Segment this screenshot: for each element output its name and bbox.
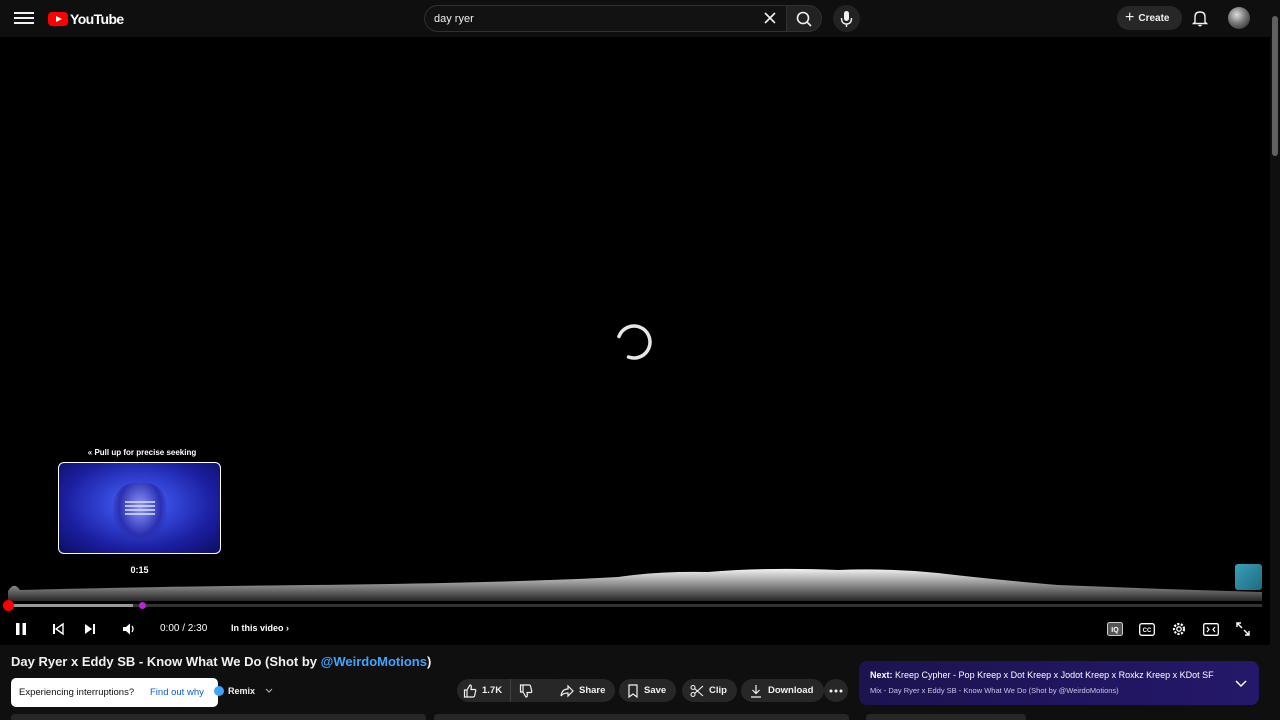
- pause-button[interactable]: [9, 617, 33, 641]
- more-actions-button[interactable]: [824, 679, 848, 702]
- menu-icon[interactable]: [14, 9, 34, 29]
- voice-search-button[interactable]: [833, 5, 860, 32]
- progress-scrubber[interactable]: [3, 600, 14, 611]
- bookmark-icon: [628, 683, 638, 698]
- masthead: YouTube + Create: [0, 0, 1280, 37]
- like-count: 1.7K: [482, 685, 503, 696]
- progress-hover-fill: [8, 604, 134, 607]
- loading-spinner-icon: [617, 324, 652, 360]
- skip-previous-icon: [53, 622, 64, 636]
- share-label: Share: [579, 685, 606, 696]
- quality-badge-icon: IQ: [1107, 622, 1123, 636]
- download-icon: [751, 684, 761, 698]
- share-button[interactable]: Share: [552, 679, 616, 702]
- theater-mode-icon: [1203, 622, 1219, 636]
- remix-label: Remix: [228, 686, 256, 696]
- save-label: Save: [644, 685, 667, 696]
- like-button[interactable]: 1.7K: [457, 679, 512, 702]
- scissors-icon: [690, 684, 704, 697]
- scrollbar-thumb[interactable]: [1272, 16, 1278, 156]
- remix-button[interactable]: Remix: [214, 680, 275, 702]
- youtube-logo[interactable]: YouTube: [48, 11, 124, 27]
- search-button[interactable]: [786, 5, 822, 32]
- search-input[interactable]: [434, 11, 754, 27]
- thumbs-down-icon: [519, 683, 533, 698]
- gear-icon: [1172, 622, 1186, 636]
- clear-search-icon[interactable]: [762, 10, 778, 26]
- hover-position-marker: [139, 602, 146, 609]
- logo-text: YouTube: [70, 11, 124, 27]
- thumbs-up-icon: [463, 683, 477, 698]
- up-next-subtitle: Mix - Day Ryer x Eddy SB - Know What We …: [870, 686, 1119, 695]
- ambient-quality-button[interactable]: IQ: [1103, 617, 1127, 641]
- up-next-prefix: Next:: [870, 670, 893, 680]
- expand-chevron-icon[interactable]: [1233, 675, 1249, 691]
- below-fold-tabs: [0, 712, 1270, 720]
- download-button[interactable]: Download: [741, 679, 825, 702]
- video-title-text: Day Ryer x Eddy SB - Know What We Do (Sh…: [11, 654, 321, 669]
- next-button[interactable]: [78, 617, 102, 641]
- find-out-why-link[interactable]: Find out why: [150, 687, 204, 698]
- video-title-suffix: ): [426, 654, 432, 669]
- in-this-video-label: In this video: [231, 623, 284, 633]
- volume-icon: [123, 623, 134, 635]
- end-card-thumbnail[interactable]: [1235, 564, 1262, 590]
- toast-message: Experiencing interruptions?: [19, 687, 135, 698]
- clip-label: Clip: [709, 685, 727, 696]
- download-label: Download: [768, 685, 814, 696]
- settings-button[interactable]: [1167, 617, 1191, 641]
- precise-seeking-hint: « Pull up for precise seeking: [58, 448, 226, 457]
- mute-button[interactable]: [117, 617, 141, 641]
- page-scrollbar[interactable]: [1270, 0, 1280, 720]
- svg-text:CC: CC: [1143, 628, 1152, 634]
- plus-icon: +: [1125, 9, 1135, 26]
- player-controls: 0:00 / 2:30 In this video › IQ CC: [0, 614, 1270, 644]
- precise-seeking-label: Pull up for precise seeking: [94, 448, 197, 457]
- video-title: Day Ryer x Eddy SB - Know What We Do (Sh…: [11, 654, 431, 669]
- notifications-bell-icon[interactable]: [1190, 8, 1210, 28]
- interruptions-toast: Experiencing interruptions? Find out why: [11, 678, 218, 707]
- in-this-video-button[interactable]: In this video ›: [231, 623, 289, 633]
- chevron-down-icon: [265, 688, 273, 693]
- up-next-title: Kreep Cypher - Pop Kreep x Dot Kreep x J…: [895, 670, 1214, 680]
- create-label: Create: [1138, 12, 1170, 24]
- most-replayed-heatmap: [8, 568, 1262, 601]
- remix-icon: [214, 686, 224, 696]
- theater-mode-button[interactable]: [1199, 617, 1223, 641]
- account-avatar[interactable]: [1228, 7, 1250, 29]
- svg-text:IQ: IQ: [1111, 627, 1119, 634]
- chevron-right-icon: ›: [286, 623, 290, 633]
- youtube-play-icon: [48, 12, 68, 26]
- create-button[interactable]: + Create: [1117, 6, 1182, 30]
- microphone-icon: [840, 11, 853, 27]
- fullscreen-button[interactable]: [1231, 617, 1255, 641]
- skip-next-icon: [85, 624, 95, 634]
- search-icon: [796, 11, 812, 27]
- seek-preview-thumbnail: [58, 462, 221, 554]
- clip-button[interactable]: Clip: [682, 679, 737, 702]
- time-display: 0:00 / 2:30: [160, 623, 208, 634]
- previous-button[interactable]: [46, 617, 70, 641]
- search-box: [424, 5, 786, 32]
- pause-icon: [16, 623, 26, 635]
- closed-captions-icon: CC: [1139, 622, 1155, 636]
- save-button[interactable]: Save: [619, 679, 677, 702]
- more-horizontal-icon: [829, 689, 843, 692]
- up-next-title-line: Next: Kreep Cypher - Pop Kreep x Dot Kre…: [870, 670, 1214, 680]
- subtitles-button[interactable]: CC: [1135, 617, 1159, 641]
- channel-handle-link[interactable]: @WeirdoMotions: [321, 654, 427, 669]
- fullscreen-icon: [1236, 622, 1250, 636]
- up-next-panel[interactable]: Next: Kreep Cypher - Pop Kreep x Dot Kre…: [859, 661, 1259, 705]
- video-player[interactable]: « Pull up for precise seeking 0:15 0:00 …: [0, 37, 1270, 645]
- share-icon: [560, 684, 574, 697]
- progress-bar[interactable]: [8, 604, 1262, 607]
- double-chevron-up-icon: «: [87, 448, 93, 457]
- dislike-button[interactable]: [511, 683, 538, 698]
